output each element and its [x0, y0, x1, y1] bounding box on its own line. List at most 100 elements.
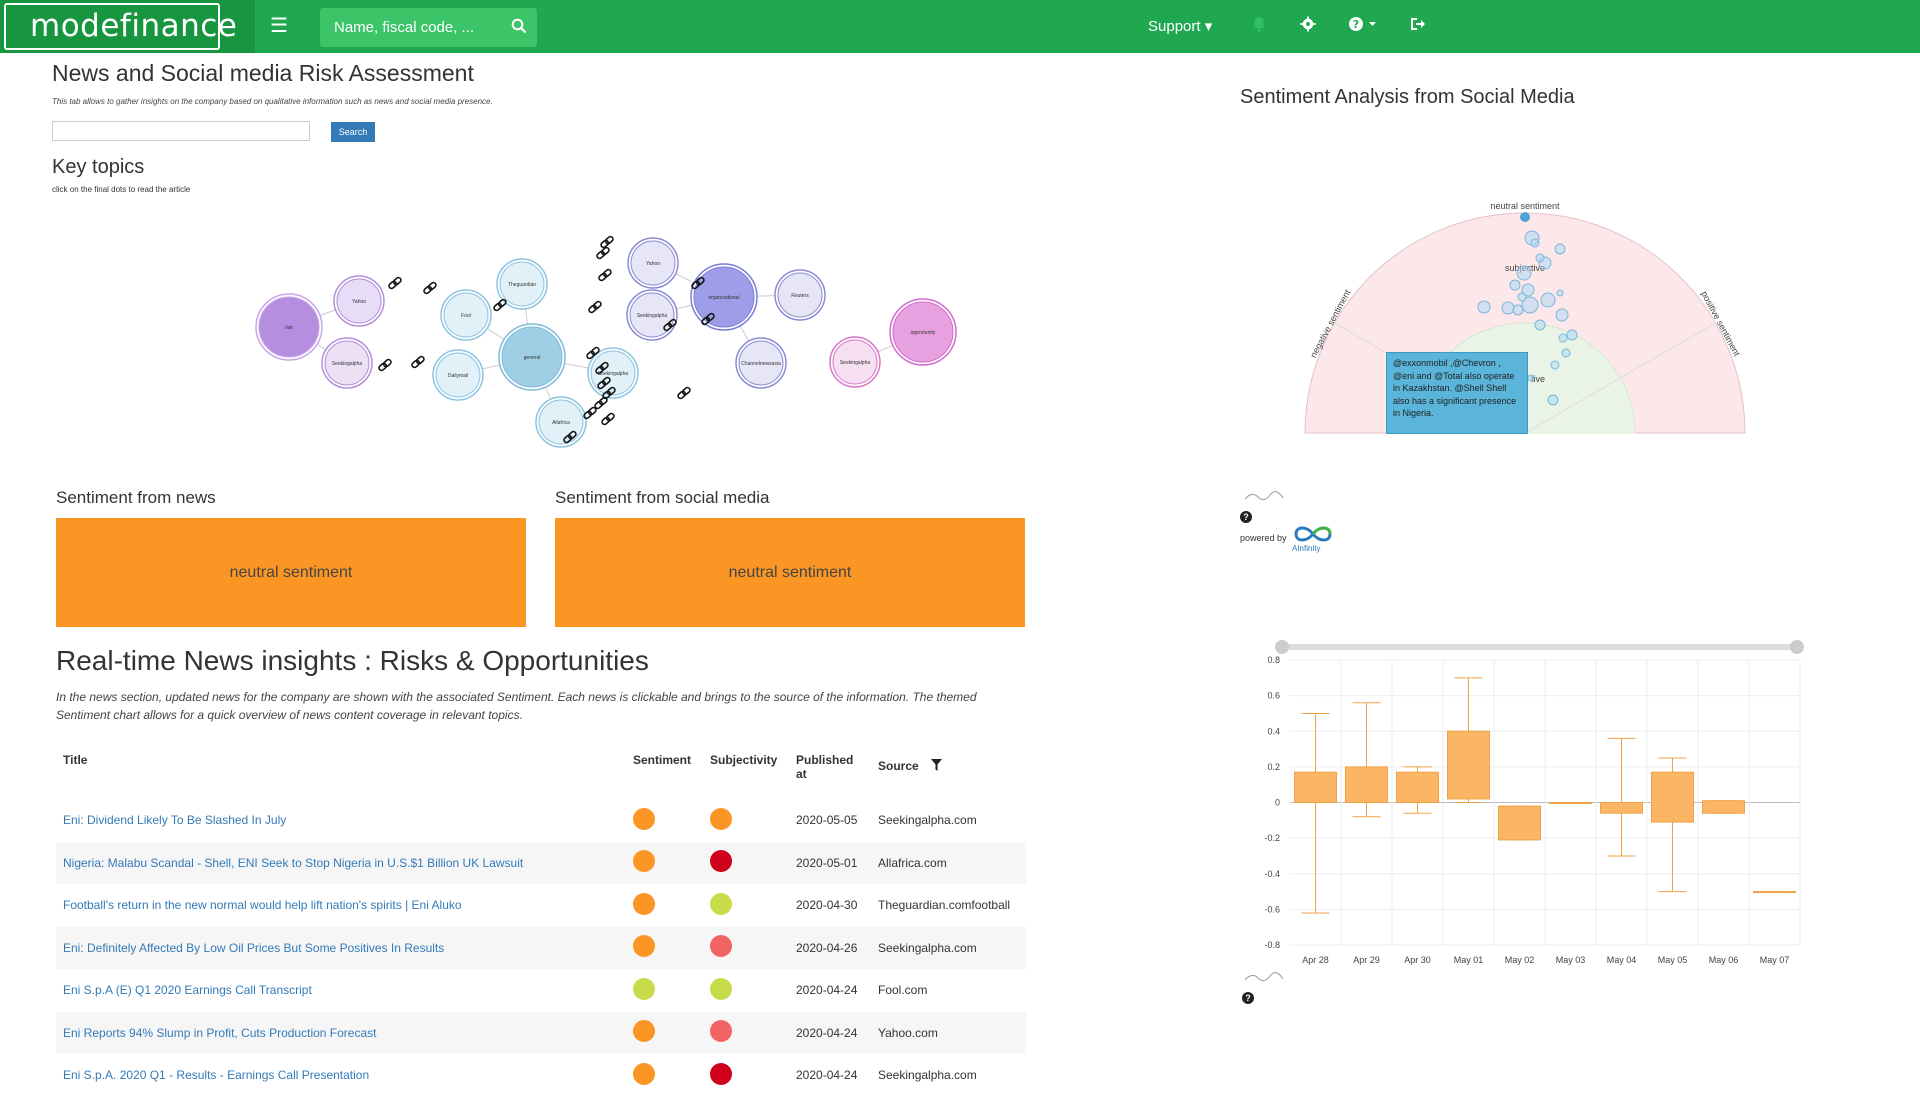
box-plot-box[interactable]: [1447, 730, 1490, 800]
news-title-cell: Eni S.p.A (E) Q1 2020 Earnings Call Tran…: [56, 969, 626, 1012]
link-icon[interactable]: [598, 268, 612, 282]
link-icon[interactable]: [594, 396, 608, 410]
news-row[interactable]: Eni S.p.A (E) Q1 2020 Earnings Call Tran…: [56, 969, 1026, 1012]
box-plot-box[interactable]: [1651, 771, 1694, 823]
box-plot-box[interactable]: [1396, 771, 1439, 803]
topic-label: Dailymail: [448, 373, 468, 379]
news-title-link[interactable]: Football's return in the new normal woul…: [63, 898, 462, 912]
link-icon[interactable]: [583, 406, 597, 420]
sentiment-bubble[interactable]: [1558, 333, 1568, 343]
news-title-link[interactable]: Eni S.p.A (E) Q1 2020 Earnings Call Tran…: [63, 983, 312, 997]
col-source-label: Source: [878, 759, 919, 773]
sentiment-bubble[interactable]: [1534, 319, 1546, 331]
topic-label: Allafrica: [552, 420, 570, 426]
link-icon[interactable]: [388, 276, 402, 290]
sentiment-bubble[interactable]: [1550, 360, 1560, 370]
published-date: 2020-04-24: [796, 983, 858, 998]
news-title-link[interactable]: Nigeria: Malabu Scandal - Shell, ENI See…: [63, 856, 523, 870]
range-slider-track[interactable]: [1280, 644, 1800, 650]
news-title-link[interactable]: Eni S.p.A. 2020 Q1 - Results - Earnings …: [63, 1068, 369, 1082]
sentiment-bubble[interactable]: [1527, 374, 1535, 382]
y-tick-label: 0.2: [1267, 762, 1280, 772]
help-dropdown-icon[interactable]: ?: [1348, 16, 1378, 37]
link-icon[interactable]: [378, 358, 392, 372]
box-plot-box[interactable]: [1294, 771, 1337, 803]
published-date: 2020-05-05: [796, 813, 858, 828]
company-search-input[interactable]: [320, 8, 500, 47]
sentiment-bubble[interactable]: [1556, 289, 1564, 297]
link-icon[interactable]: [596, 246, 610, 260]
sentiment-bubble[interactable]: [1516, 265, 1532, 281]
logout-icon[interactable]: [1409, 16, 1425, 37]
box-plot-box[interactable]: [1498, 805, 1541, 841]
sentiment-bubble[interactable]: [1501, 301, 1515, 315]
link-icon-part: [415, 355, 425, 365]
news-title-link[interactable]: Eni: Definitely Affected By Low Oil Pric…: [63, 941, 444, 955]
link-icon[interactable]: [423, 281, 437, 295]
support-dropdown[interactable]: Support ▾: [1148, 17, 1212, 35]
news-title-link[interactable]: Eni: Dividend Likely To Be Slashed In Ju…: [63, 813, 286, 827]
news-row[interactable]: Eni: Definitely Affected By Low Oil Pric…: [56, 926, 1026, 969]
col-title[interactable]: Title: [56, 743, 626, 799]
range-slider-left-handle[interactable]: [1275, 640, 1289, 654]
news-row[interactable]: Eni: Dividend Likely To Be Slashed In Ju…: [56, 799, 1026, 842]
filter-icon[interactable]: [930, 759, 942, 774]
sentiment-bubble[interactable]: [1561, 348, 1571, 358]
box-plot-box[interactable]: [1345, 766, 1388, 803]
sentiment-bubble[interactable]: [1530, 238, 1540, 248]
link-icon[interactable]: [601, 412, 615, 426]
news-sentiment-boxplot[interactable]: 0.8 0.6 0.4 0.2 0 -0.2 -0.4 -0.6 -0.8 Apr 28 Apr 2…: [1240, 630, 1820, 990]
company-search[interactable]: [320, 8, 537, 47]
bell-icon[interactable]: [1252, 16, 1266, 37]
news-row[interactable]: Nigeria: Malabu Scandal - Shell, ENI See…: [56, 841, 1026, 884]
news-row[interactable]: Eni Reports 94% Slump in Profit, Cuts Pr…: [56, 1011, 1026, 1054]
news-title-link[interactable]: Eni Reports 94% Slump in Profit, Cuts Pr…: [63, 1026, 376, 1040]
link-icon[interactable]: [493, 298, 507, 312]
help-icon-2[interactable]: ?: [1242, 992, 1254, 1004]
help-icon[interactable]: ?: [1240, 511, 1252, 523]
sentiment-bubble[interactable]: [1555, 308, 1569, 322]
sentiment-bubble[interactable]: [1509, 279, 1521, 291]
sentiment-bubble[interactable]: [1547, 394, 1559, 406]
box-plot-box[interactable]: [1753, 891, 1796, 894]
box-plot-box[interactable]: [1702, 800, 1745, 814]
col-subjectivity[interactable]: Subjectivity: [703, 743, 789, 799]
tweet-tooltip: @exxonmobil ,@Chevron , @eni and @Total …: [1386, 352, 1528, 434]
sentiment-bubble[interactable]: [1535, 253, 1545, 263]
col-source[interactable]: Source: [871, 743, 1026, 799]
x-tick-label: Apr 29: [1353, 955, 1380, 965]
sentiment-bubble[interactable]: [1517, 292, 1527, 302]
sentiment-bubble[interactable]: [1540, 292, 1556, 308]
subjectivity-dot: [710, 892, 732, 915]
link-icon[interactable]: [588, 300, 602, 314]
search-icon[interactable]: [511, 18, 527, 39]
link-icon-part: [392, 276, 402, 286]
news-search-input[interactable]: [52, 121, 310, 141]
subjectivity-dot: [710, 807, 732, 830]
sentiment-bubble-top[interactable]: [1520, 212, 1530, 222]
settings-gear-icon[interactable]: [1300, 16, 1316, 37]
sentiment-bubble[interactable]: [1512, 304, 1524, 316]
sentiment-cell: [626, 884, 703, 927]
news-search-button[interactable]: Search: [331, 122, 375, 142]
sentiment-bubble[interactable]: [1554, 243, 1566, 255]
box-plot-box[interactable]: [1549, 802, 1592, 804]
range-slider-right-handle[interactable]: [1790, 640, 1804, 654]
sentiment-bubble[interactable]: [1477, 300, 1491, 314]
news-row[interactable]: Eni S.p.A. 2020 Q1 - Results - Earnings …: [56, 1054, 1026, 1097]
link-icon[interactable]: [411, 355, 425, 369]
topic-label: opportunity: [911, 330, 936, 336]
link-icon[interactable]: [677, 386, 691, 400]
news-row[interactable]: Football's return in the new normal woul…: [56, 884, 1026, 927]
y-tick-label: 0.6: [1267, 691, 1280, 701]
app-logo[interactable]: modefinance: [4, 3, 237, 50]
col-published[interactable]: Published at: [789, 743, 871, 799]
subjectivity-cell: [703, 1054, 789, 1097]
sentiment-bubble[interactable]: [1566, 329, 1578, 341]
news-title-cell: Eni: Definitely Affected By Low Oil Pric…: [56, 926, 626, 969]
col-sentiment[interactable]: Sentiment: [626, 743, 703, 799]
hamburger-menu-icon[interactable]: ☰: [268, 15, 290, 37]
key-topics-graph[interactable]: risk Yahoo Seekingalpha Fool Theguardian Dail…: [240, 225, 980, 455]
link-icon[interactable]: [600, 235, 614, 249]
box-plot-box[interactable]: [1600, 802, 1643, 814]
